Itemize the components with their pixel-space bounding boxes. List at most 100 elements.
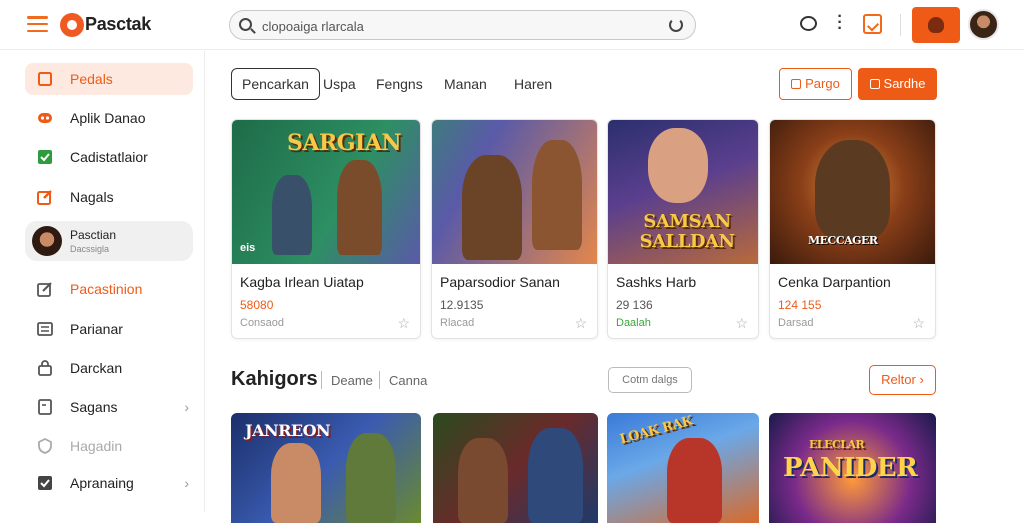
game-card[interactable] [433, 413, 598, 523]
more-button[interactable]: Reltor › [869, 365, 936, 395]
sidebar-item-label: Aplik Danao [70, 110, 146, 126]
pargo-button[interactable]: Pargo [779, 68, 852, 100]
bookmark-icon[interactable]: ☆ [574, 315, 587, 332]
chevron-right-icon: › [184, 399, 189, 415]
game-art-title: MECCAGER [808, 234, 878, 247]
search-bar[interactable] [229, 10, 696, 40]
sidebar-item-sagans[interactable]: Sagans › [25, 391, 193, 423]
card-subtitle: Daalah [616, 317, 651, 329]
checkbox-icon [38, 476, 52, 490]
tab-uspa[interactable]: Uspa [323, 68, 356, 100]
tab-haren[interactable]: Haren [514, 68, 552, 100]
sidebar-item-label: Pacastinion [70, 281, 143, 297]
lock-icon [38, 360, 52, 376]
fox-icon [928, 17, 944, 33]
game-art-title: JANREON [245, 421, 331, 440]
sidebar-item-label: Apranaing [70, 475, 134, 491]
search-icon [239, 18, 252, 31]
chat-icon[interactable] [800, 16, 817, 31]
checkbox-icon [38, 150, 52, 164]
sidebar-item-darckan[interactable]: Darckan [25, 352, 193, 384]
tab-fengns[interactable]: Fengns [376, 68, 423, 100]
sidebar-item-nagals[interactable]: Nagals [25, 181, 193, 213]
sidebar-item-apranaing[interactable]: Apranaing › [25, 467, 193, 499]
filter-button[interactable]: Cotm dalgs [608, 367, 692, 393]
sidebar-item-pedals[interactable]: Pedals [25, 63, 193, 95]
game-art-title: SAMSAN SALLDAN [639, 211, 735, 252]
featured-card[interactable]: SARGIAN eis Kagba Irlean Uiatap 58080 Co… [231, 119, 421, 339]
bookmark-icon[interactable]: ☆ [397, 315, 410, 332]
bookmark-icon[interactable]: ☆ [912, 315, 925, 332]
section-title: Kahigors [231, 368, 318, 390]
game-card[interactable]: LOAK RAK [607, 413, 759, 523]
sidebar-item-label: Cadistatlaior [70, 149, 148, 165]
game-art: MECCAGER [770, 120, 935, 264]
search-input[interactable] [262, 17, 662, 35]
gamepad-icon [38, 113, 52, 123]
featured-card[interactable]: Paparsodior Sanan 12.9135 Rlacad ☆ [431, 119, 598, 339]
art-badge: eis [240, 242, 256, 254]
sidebar-item-hagadin[interactable]: Hagadin [25, 430, 193, 462]
card-value: 124 155 [778, 298, 822, 312]
sidebar-item-label: Pedals [70, 71, 113, 87]
card-subtitle: Consaod [240, 317, 285, 329]
app-logo-text[interactable]: Pasctak [85, 14, 151, 35]
featured-card[interactable]: MECCAGER Cenka Darpantion 124 155 Darsad… [769, 119, 936, 339]
sidebar-item-label: Parianar [70, 321, 123, 337]
sidebar-item-label: Nagals [70, 189, 114, 205]
sidebar-user-card[interactable]: Pasctian Dacssigla [25, 221, 193, 261]
card-title: Sashks Harb [616, 274, 697, 290]
card-title: Paparsodior Sanan [440, 274, 560, 290]
sidebar-item-label: Darckan [70, 360, 123, 376]
game-art-title: PANIDER [783, 453, 918, 483]
game-art [432, 120, 597, 264]
sidebar-item-pacastinion[interactable]: Pacastinion [25, 273, 193, 305]
menu-icon[interactable] [27, 16, 48, 33]
sidebar-item-label: Sagans [70, 399, 118, 415]
divider [321, 371, 322, 389]
more-label: Reltor [881, 372, 916, 387]
tab-pencarkan[interactable]: Pencarkan [231, 68, 320, 100]
card-title: Cenka Darpantion [778, 274, 891, 290]
game-art: SAMSAN SALLDAN [608, 120, 758, 264]
sidebar-item-aplik-danao[interactable]: Aplik Danao [25, 102, 193, 134]
card-subtitle: Darsad [778, 317, 814, 329]
bookmark-icon[interactable]: ☆ [735, 315, 748, 332]
more-vertical-icon[interactable]: · · · [836, 9, 844, 37]
section-link-canna[interactable]: Canna [389, 373, 427, 388]
divider [900, 14, 901, 36]
featured-card[interactable]: SAMSAN SALLDAN Sashks Harb 29 136 Daalah… [607, 119, 759, 339]
sidebar-item-parianar[interactable]: Parianar [25, 313, 193, 345]
profile-menu-button[interactable] [912, 7, 960, 43]
user-name: Pasctian [70, 228, 117, 242]
sidebar-item-label: Hagadin [70, 438, 123, 454]
list-icon [37, 322, 53, 336]
sardhe-button[interactable]: Sardhe [858, 68, 937, 100]
section-link-deame[interactable]: Deame [331, 373, 373, 388]
logo-icon [60, 13, 84, 37]
avatar [32, 226, 62, 256]
sidebar: Pedals Aplik Danao Cadistatlaior Nagals … [0, 51, 205, 512]
game-card[interactable]: ELECLAR PANIDER [769, 413, 936, 523]
game-art: SARGIAN eis [232, 120, 420, 264]
edit-icon [37, 190, 52, 205]
refresh-icon[interactable] [669, 18, 683, 32]
user-subtitle: Dacssigla [70, 244, 110, 254]
download-icon[interactable] [863, 14, 882, 34]
card-title: Kagba Irlean Uiatap [240, 274, 364, 290]
top-bar: Pasctak ··· [0, 0, 1024, 50]
game-art-subtitle: ELECLAR [809, 438, 865, 451]
sardhe-label: Sardhe [883, 76, 926, 91]
card-subtitle: Rlacad [440, 317, 475, 329]
game-card[interactable]: JANREON [231, 413, 421, 523]
card-value: 29 136 [616, 298, 653, 312]
card-value: 12.9135 [440, 298, 484, 312]
game-art-title: SARGIAN [287, 130, 402, 156]
square-outline-icon [38, 72, 52, 86]
tab-manan[interactable]: Manan [444, 68, 487, 100]
page-icon [38, 399, 52, 415]
sidebar-item-cadistatlaior[interactable]: Cadistatlaior [25, 141, 193, 173]
avatar[interactable] [968, 9, 999, 40]
pencil-icon [37, 282, 52, 297]
square-icon [869, 79, 880, 89]
